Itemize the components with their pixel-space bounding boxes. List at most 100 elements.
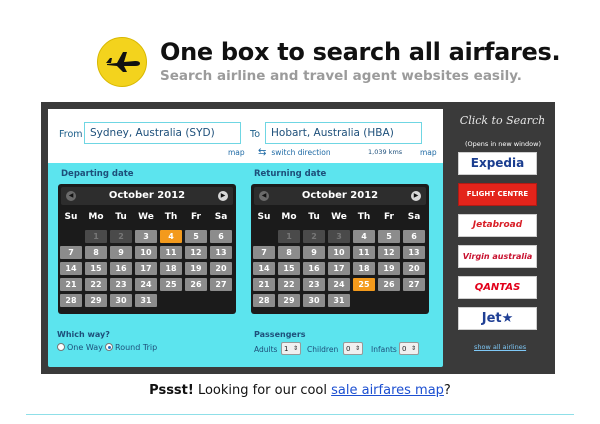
- passengers-label: Passengers: [254, 330, 306, 339]
- calendar-day[interactable]: 9: [303, 246, 325, 259]
- page-subtitle: Search airline and travel agent websites…: [160, 68, 522, 84]
- calendar-day[interactable]: 17: [135, 262, 157, 275]
- calendar-day[interactable]: 11: [160, 246, 182, 259]
- calendar-day[interactable]: 15: [85, 262, 107, 275]
- calendar-day[interactable]: 14: [253, 262, 275, 275]
- calendar-day[interactable]: 17: [328, 262, 350, 275]
- calendar-day[interactable]: 4: [160, 230, 182, 243]
- airline-button-expedia[interactable]: Expedia: [458, 152, 537, 175]
- calendar-day[interactable]: 8: [85, 246, 107, 259]
- sale-map-promo: Pssst! Looking for our cool sale airfare…: [0, 383, 600, 398]
- calendar-day[interactable]: 19: [378, 262, 400, 275]
- calendar-day[interactable]: 4: [353, 230, 375, 243]
- calendar-day[interactable]: 19: [185, 262, 207, 275]
- calendar-day[interactable]: 7: [60, 246, 82, 259]
- weekday-header: Tu: [115, 212, 127, 222]
- calendar-day[interactable]: 14: [60, 262, 82, 275]
- calendar-day[interactable]: 7: [253, 246, 275, 259]
- infants-select[interactable]: 0 ⇕: [399, 342, 419, 355]
- round-trip-radio[interactable]: Round Trip: [105, 343, 157, 352]
- to-map-link[interactable]: map: [420, 148, 437, 157]
- calendar-day[interactable]: 30: [303, 294, 325, 307]
- calendar-day[interactable]: 18: [353, 262, 375, 275]
- calendar-day[interactable]: 3: [135, 230, 157, 243]
- calendar-day[interactable]: 27: [210, 278, 232, 291]
- to-label: To: [250, 129, 261, 140]
- calendar-day[interactable]: 11: [353, 246, 375, 259]
- adults-select[interactable]: 1 ⇕: [281, 342, 301, 355]
- calendar-day: 1: [278, 230, 300, 243]
- calendar-day[interactable]: 5: [378, 230, 400, 243]
- calendar-empty-cell: [60, 230, 82, 243]
- calendar-day[interactable]: 18: [160, 262, 182, 275]
- switch-arrows-icon: ⇆: [258, 147, 267, 158]
- calendar-header: ◀ October 2012 ▶: [61, 187, 233, 205]
- radio-dot: [57, 343, 65, 351]
- calendar-day[interactable]: 22: [85, 278, 107, 291]
- calendar-day[interactable]: 5: [185, 230, 207, 243]
- calendar-day[interactable]: 10: [135, 246, 157, 259]
- calendar-day[interactable]: 23: [110, 278, 132, 291]
- airline-button-qantas[interactable]: QANTAS: [458, 276, 537, 299]
- sale-airfares-map-link[interactable]: sale airfares map: [331, 383, 444, 398]
- calendar-day[interactable]: 10: [328, 246, 350, 259]
- calendar-day[interactable]: 28: [60, 294, 82, 307]
- airline-button-jet[interactable]: Jet★: [458, 307, 537, 330]
- calendar-day[interactable]: 31: [135, 294, 157, 307]
- calendar-day[interactable]: 29: [278, 294, 300, 307]
- to-input[interactable]: Hobart, Australia (HBA): [265, 122, 422, 144]
- calendar-day[interactable]: 13: [210, 246, 232, 259]
- calendar-day[interactable]: 26: [378, 278, 400, 291]
- calendar-day[interactable]: 28: [253, 294, 275, 307]
- children-select[interactable]: 0 ⇕: [343, 342, 363, 355]
- calendar-day[interactable]: 26: [185, 278, 207, 291]
- adults-value: 1: [284, 345, 289, 353]
- show-all-airlines-link[interactable]: show all airlines: [474, 343, 526, 351]
- next-month-button[interactable]: ▶: [411, 191, 421, 201]
- header: One box to search all airfares. Search a…: [97, 33, 561, 89]
- next-month-button[interactable]: ▶: [218, 191, 228, 201]
- one-way-radio[interactable]: One Way: [57, 343, 103, 352]
- opens-new-window-note: (Opens in new window): [464, 140, 542, 148]
- airline-button-flight-centre[interactable]: FLIGHT CENTRE: [458, 183, 537, 206]
- calendar-day[interactable]: 21: [60, 278, 82, 291]
- calendar-day[interactable]: 31: [328, 294, 350, 307]
- calendar-day[interactable]: 16: [110, 262, 132, 275]
- from-map-link[interactable]: map: [228, 148, 245, 157]
- airline-button-jetabroad[interactable]: Jetabroad: [458, 214, 537, 237]
- airline-button-virgin-australia[interactable]: Virgin australia: [458, 245, 537, 268]
- calendar-day[interactable]: 9: [110, 246, 132, 259]
- calendar-day[interactable]: 30: [110, 294, 132, 307]
- calendar-day[interactable]: 12: [378, 246, 400, 259]
- calendar-day[interactable]: 21: [253, 278, 275, 291]
- calendar-day[interactable]: 29: [85, 294, 107, 307]
- airline-sidebar: Click to Search (Opens in new window) Ex…: [450, 102, 555, 374]
- calendar-day[interactable]: 25: [160, 278, 182, 291]
- children-label: Children: [307, 345, 339, 354]
- weekday-header: Th: [164, 212, 178, 222]
- calendar-day[interactable]: 6: [403, 230, 425, 243]
- calendar-day[interactable]: 24: [328, 278, 350, 291]
- switch-direction-link[interactable]: ⇆ switch direction: [258, 147, 331, 158]
- select-caret-icon: ⇕: [354, 345, 360, 352]
- page-title: One box to search all airfares.: [160, 38, 561, 66]
- calendar-day[interactable]: 20: [210, 262, 232, 275]
- calendar-day[interactable]: 15: [278, 262, 300, 275]
- calendar-day[interactable]: 13: [403, 246, 425, 259]
- calendar-day[interactable]: 8: [278, 246, 300, 259]
- calendar-day[interactable]: 6: [210, 230, 232, 243]
- calendar-day[interactable]: 22: [278, 278, 300, 291]
- weekday-header: Sa: [214, 212, 228, 222]
- calendar-month: October 2012: [108, 190, 186, 201]
- psst-text: Pssst!: [149, 383, 194, 398]
- weekday-header: Mo: [88, 212, 104, 222]
- calendar-day[interactable]: 25: [353, 278, 375, 291]
- calendar-day[interactable]: 23: [303, 278, 325, 291]
- calendar-day[interactable]: 12: [185, 246, 207, 259]
- infants-value: 0: [402, 345, 407, 353]
- from-input[interactable]: Sydney, Australia (SYD): [84, 122, 241, 144]
- calendar-day[interactable]: 27: [403, 278, 425, 291]
- calendar-day[interactable]: 20: [403, 262, 425, 275]
- calendar-day[interactable]: 24: [135, 278, 157, 291]
- calendar-day[interactable]: 16: [303, 262, 325, 275]
